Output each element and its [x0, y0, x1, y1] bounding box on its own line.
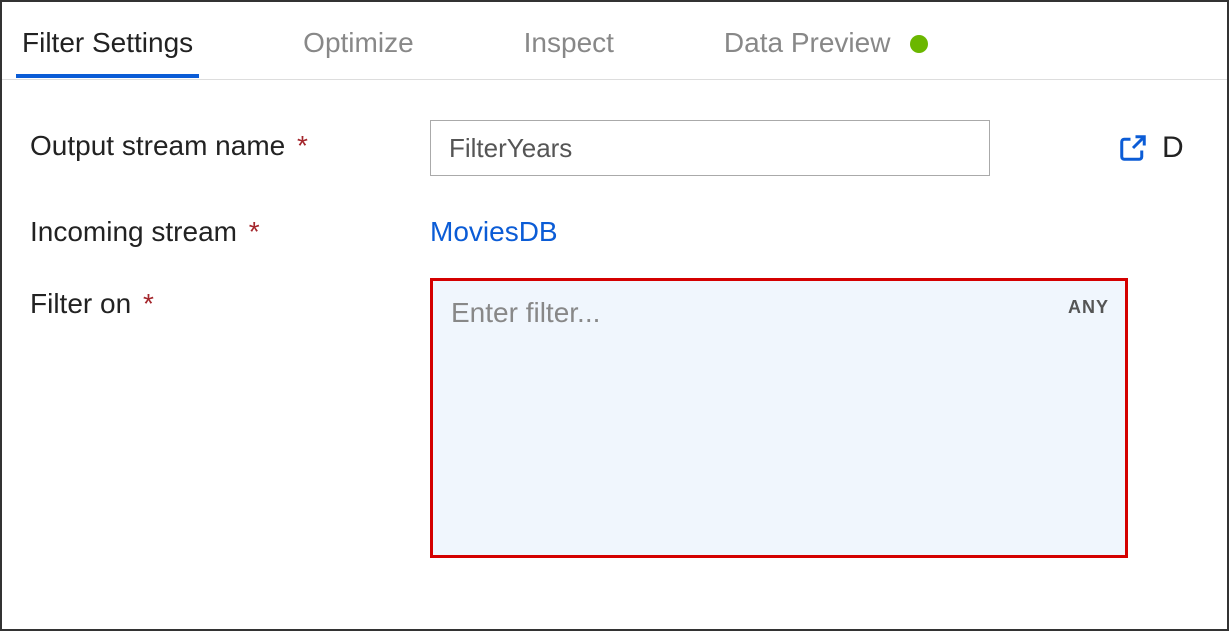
required-marker: *: [249, 216, 260, 247]
label-output-stream: Output stream name *: [30, 120, 430, 162]
input-cell-output-stream: D: [430, 120, 1199, 176]
input-cell-filter-on: Enter filter... ANY: [430, 278, 1199, 558]
tab-inspect[interactable]: Inspect: [524, 5, 614, 77]
tab-data-preview-label: Data Preview: [724, 27, 891, 58]
incoming-stream-label-text: Incoming stream: [30, 216, 237, 247]
row-incoming-stream: Incoming stream * MoviesDB: [30, 206, 1199, 248]
required-marker: *: [297, 130, 308, 161]
open-link-group: D: [1118, 131, 1184, 165]
label-incoming-stream: Incoming stream *: [30, 206, 430, 248]
status-dot-icon: [910, 35, 928, 53]
filter-type-badge: ANY: [1068, 297, 1109, 318]
output-stream-label-text: Output stream name: [30, 130, 285, 161]
filter-on-label-text: Filter on: [30, 288, 131, 319]
row-filter-on: Filter on * Enter filter... ANY: [30, 278, 1199, 558]
incoming-stream-link[interactable]: MoviesDB: [430, 206, 558, 248]
row-output-stream: Output stream name * D: [30, 120, 1199, 176]
output-stream-input[interactable]: [430, 120, 990, 176]
tab-optimize[interactable]: Optimize: [303, 5, 413, 77]
filter-placeholder-text: Enter filter...: [451, 297, 600, 328]
open-in-new-icon[interactable]: [1118, 133, 1148, 163]
tab-bar: Filter Settings Optimize Inspect Data Pr…: [2, 2, 1227, 80]
required-marker: *: [143, 288, 154, 319]
tab-filter-settings[interactable]: Filter Settings: [22, 5, 193, 77]
tab-data-preview[interactable]: Data Preview: [724, 5, 928, 77]
filter-expression-input[interactable]: Enter filter... ANY: [430, 278, 1128, 558]
input-cell-incoming-stream: MoviesDB: [430, 206, 1199, 248]
label-filter-on: Filter on *: [30, 278, 430, 320]
truncated-action-text: D: [1162, 131, 1184, 165]
form-area: Output stream name * D Incoming stream *: [2, 80, 1227, 558]
